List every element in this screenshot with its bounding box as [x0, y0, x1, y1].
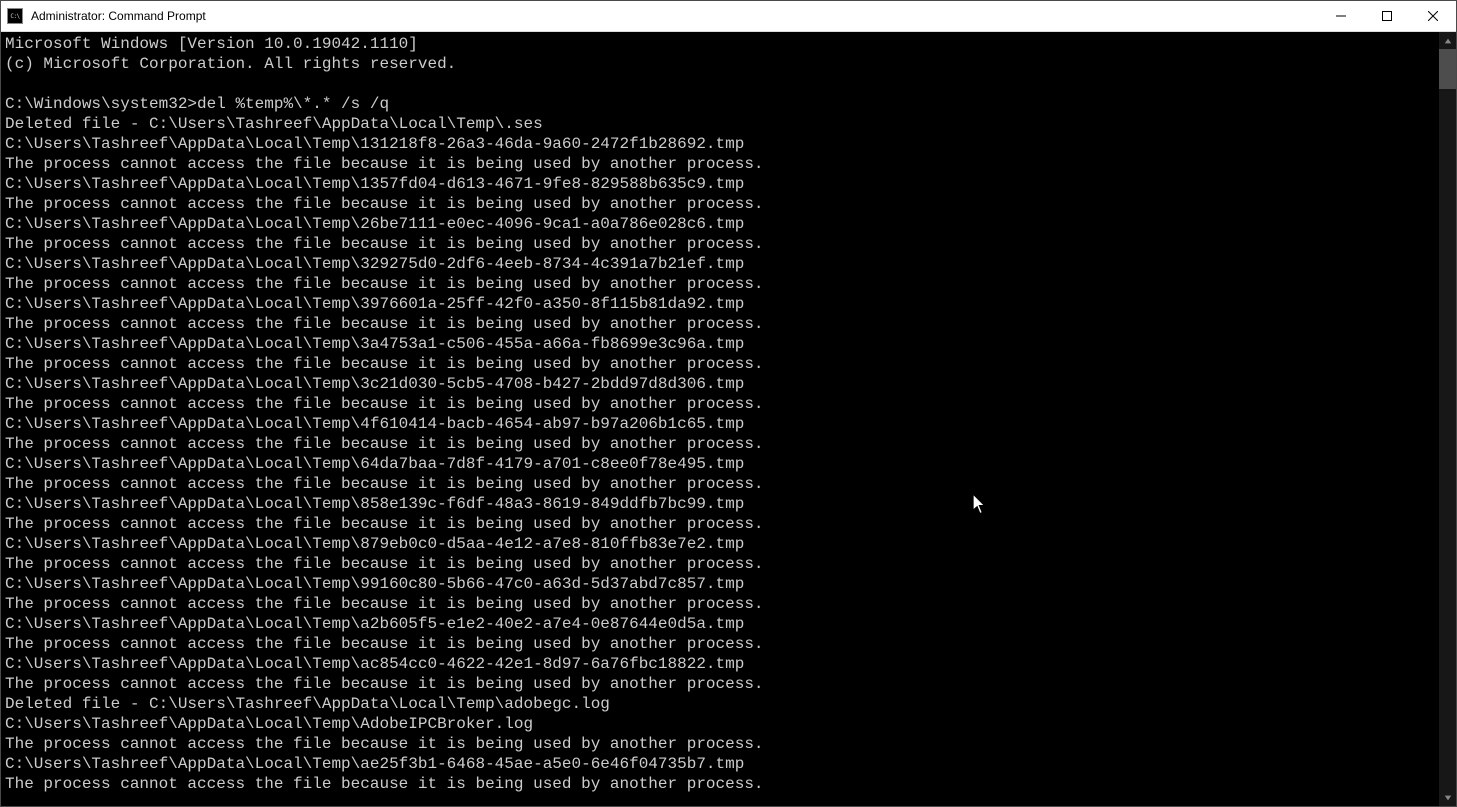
scroll-down-arrow[interactable] — [1439, 789, 1456, 806]
cmd-icon — [7, 8, 23, 24]
console-output[interactable]: Microsoft Windows [Version 10.0.19042.11… — [1, 32, 1439, 806]
window-controls — [1318, 1, 1456, 31]
close-button[interactable] — [1410, 1, 1456, 31]
command-prompt-window: Administrator: Command Prompt Microsoft … — [0, 0, 1457, 807]
titlebar[interactable]: Administrator: Command Prompt — [1, 1, 1456, 32]
console-area[interactable]: Microsoft Windows [Version 10.0.19042.11… — [1, 32, 1456, 806]
minimize-button[interactable] — [1318, 1, 1364, 31]
titlebar-left: Administrator: Command Prompt — [7, 8, 206, 24]
maximize-button[interactable] — [1364, 1, 1410, 31]
vertical-scrollbar[interactable] — [1439, 32, 1456, 806]
scroll-track[interactable] — [1439, 49, 1456, 789]
scroll-up-arrow[interactable] — [1439, 32, 1456, 49]
window-title: Administrator: Command Prompt — [31, 9, 206, 23]
scroll-thumb[interactable] — [1439, 49, 1456, 89]
